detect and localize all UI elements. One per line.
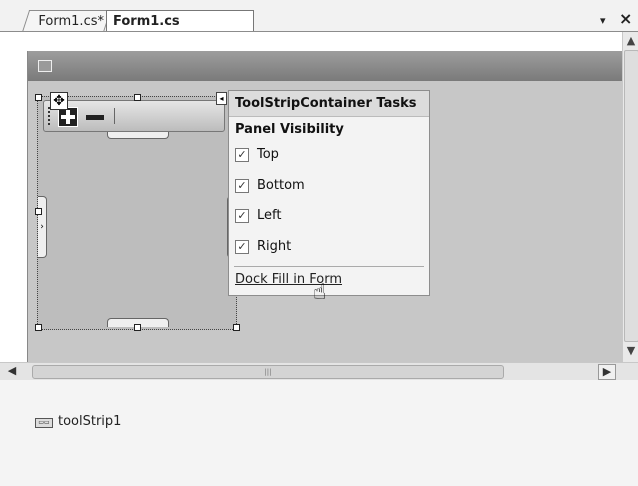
toolstrip1-component[interactable]: toolStrip1 bbox=[58, 414, 121, 429]
toolstrip-separator bbox=[114, 108, 115, 124]
resize-handle[interactable] bbox=[134, 94, 141, 101]
dash-icon[interactable] bbox=[86, 115, 104, 120]
bottom-checkbox[interactable]: ✓ bbox=[235, 179, 249, 193]
resize-handle[interactable] bbox=[35, 208, 42, 215]
scroll-left-icon[interactable]: ◀ bbox=[4, 364, 20, 378]
scroll-down-icon[interactable]: ▼ bbox=[625, 344, 637, 358]
horizontal-scroll-thumb[interactable]: ||| bbox=[32, 365, 504, 379]
close-tab-icon[interactable]: × bbox=[619, 9, 632, 28]
option-label: Right bbox=[257, 239, 292, 254]
hand-cursor-icon: ☝ bbox=[313, 280, 327, 305]
tab-form1-code[interactable]: Form1.cs* bbox=[22, 10, 112, 32]
panel-visibility-heading: Panel Visibility bbox=[235, 122, 344, 137]
toolstrip1[interactable] bbox=[43, 100, 225, 132]
resize-handle[interactable] bbox=[35, 94, 42, 101]
tab-label: Form1.cs* bbox=[38, 14, 104, 29]
left-panel-expander[interactable]: › bbox=[38, 196, 47, 258]
left-checkbox[interactable]: ✓ bbox=[235, 209, 249, 223]
toolstrip-icon: ▭▭ bbox=[35, 418, 53, 428]
option-label: Top bbox=[257, 147, 279, 162]
tab-dropdown-icon[interactable]: ▾ bbox=[600, 14, 606, 27]
tab-form1-design[interactable]: Form1.cs [Design]* bbox=[106, 10, 254, 50]
form-icon bbox=[38, 60, 52, 72]
option-label: Left bbox=[257, 208, 282, 223]
resize-handle[interactable] bbox=[233, 324, 240, 331]
scroll-right-icon[interactable]: ▶ bbox=[598, 364, 616, 380]
resize-handle[interactable] bbox=[134, 324, 141, 331]
top-checkbox[interactable]: ✓ bbox=[235, 148, 249, 162]
document-tab-strip: Form1.cs* Form1.cs [Design]* ▾ × bbox=[0, 0, 638, 50]
vertical-scrollbar[interactable]: ▲ ▼ bbox=[622, 32, 638, 362]
scroll-up-icon[interactable]: ▲ bbox=[625, 34, 637, 48]
option-label: Bottom bbox=[257, 178, 305, 193]
component-tray: ▭▭ toolStrip1 bbox=[0, 380, 638, 486]
plus-icon[interactable] bbox=[58, 107, 78, 127]
tasks-divider bbox=[234, 266, 424, 267]
toolstripcontainer-tasks-panel: ToolStripContainer Tasks Panel Visibilit… bbox=[228, 90, 430, 296]
right-checkbox[interactable]: ✓ bbox=[235, 240, 249, 254]
horizontal-scrollbar[interactable]: ◀ ||| ▶ bbox=[0, 362, 638, 381]
resize-handle[interactable] bbox=[35, 324, 42, 331]
form-title-bar[interactable] bbox=[28, 51, 623, 81]
vertical-scroll-thumb[interactable] bbox=[624, 50, 638, 342]
smart-tag-icon[interactable]: ◂ bbox=[216, 92, 227, 105]
move-icon[interactable]: ✥ bbox=[50, 92, 68, 110]
tasks-panel-title: ToolStripContainer Tasks bbox=[229, 91, 429, 117]
